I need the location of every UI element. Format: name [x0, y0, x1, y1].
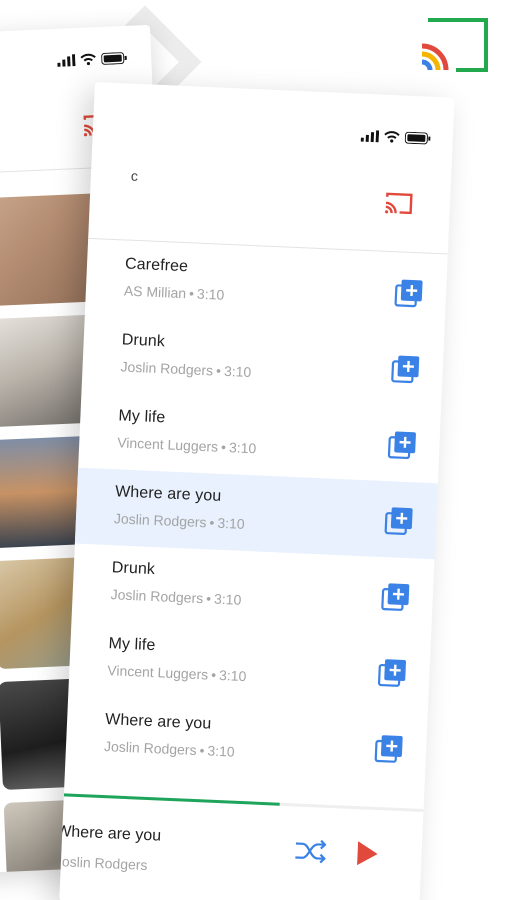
add-to-queue-icon[interactable]	[390, 353, 421, 384]
wifi-icon	[384, 131, 400, 143]
header-title-fragment: c	[130, 167, 139, 184]
song-artist: Vincent Luggers	[107, 662, 209, 683]
meta-separator: •	[220, 438, 227, 456]
now-playing-title: Where are you	[59, 823, 162, 845]
meta-separator: •	[188, 285, 195, 302]
meta-separator: •	[205, 590, 212, 607]
front-phone-screen: c Carefree AS Millian • 3:10 Drunk Joslin …	[59, 82, 455, 900]
song-duration: 3:10	[196, 285, 225, 303]
meta-separator: •	[199, 742, 205, 759]
meta-separator: •	[215, 362, 222, 379]
song-duration: 3:10	[228, 439, 257, 457]
song-artist: Joslin Rodgers	[120, 358, 214, 379]
play-icon[interactable]	[355, 840, 380, 867]
song-list: Carefree AS Millian • 3:10 Drunk Joslin Ro…	[65, 240, 448, 787]
add-to-queue-icon[interactable]	[377, 657, 408, 688]
status-bar	[360, 130, 431, 145]
song-artist: Joslin Rodgers	[113, 510, 207, 531]
song-duration: 3:10	[217, 514, 245, 532]
signal-icon	[57, 54, 76, 67]
signal-icon	[360, 130, 380, 143]
playback-progress-fill	[63, 793, 280, 806]
add-to-queue-icon[interactable]	[393, 277, 424, 308]
add-to-queue-icon[interactable]	[384, 505, 415, 536]
add-to-queue-icon[interactable]	[380, 581, 411, 612]
now-playing-bar[interactable]: Where are you Joslin Rodgers	[59, 793, 424, 900]
battery-icon	[101, 52, 127, 65]
wifi-icon	[80, 53, 96, 66]
add-to-queue-icon[interactable]	[374, 733, 405, 764]
shuffle-icon[interactable]	[293, 837, 328, 864]
playback-progress-track[interactable]	[63, 793, 424, 813]
song-duration: 3:10	[213, 590, 242, 608]
song-artist: Joslin Rodgers	[103, 738, 197, 759]
song-artist: Vincent Luggers	[116, 434, 219, 455]
song-duration: 3:10	[223, 362, 252, 381]
meta-separator: •	[209, 514, 215, 531]
song-row[interactable]: Where are you Joslin Rodgers • 3:10	[65, 695, 428, 787]
status-bar	[57, 52, 127, 67]
song-duration: 3:10	[207, 742, 236, 760]
add-to-queue-icon[interactable]	[387, 429, 418, 460]
cast-icon[interactable]	[383, 191, 414, 216]
cast-app-logo-icon	[421, 18, 488, 72]
song-artist: AS Millian	[123, 282, 187, 302]
battery-icon	[404, 131, 431, 145]
song-artist: Joslin Rodgers	[110, 586, 204, 607]
meta-separator: •	[210, 666, 217, 683]
song-duration: 3:10	[218, 666, 247, 685]
now-playing-artist: Joslin Rodgers	[59, 853, 148, 874]
